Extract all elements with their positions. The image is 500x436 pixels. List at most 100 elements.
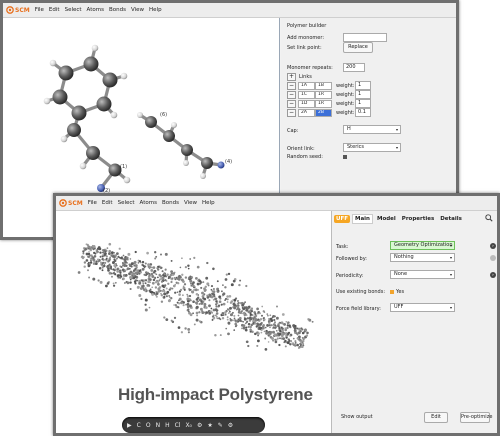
product-caption: High-impact Polystyrene: [118, 385, 313, 404]
menu-atoms[interactable]: Atoms: [87, 7, 104, 13]
menu-bonds[interactable]: Bonds: [109, 7, 126, 13]
tab-uff[interactable]: UFF: [334, 215, 350, 223]
task-value: Geometry Optimization: [394, 242, 453, 248]
remove-link-button[interactable]: −: [287, 100, 296, 108]
search-icon[interactable]: [485, 214, 493, 222]
carbon-atom-button[interactable]: C: [137, 422, 141, 429]
replace-button[interactable]: Replace: [343, 42, 373, 53]
menu-help[interactable]: Help: [149, 7, 162, 13]
add-monomer-label: Add monomer:: [287, 35, 325, 41]
chevron-down-icon: ▾: [449, 305, 452, 310]
menu-select[interactable]: Select: [118, 200, 135, 206]
tab-model[interactable]: Model: [375, 215, 398, 223]
remove-link-button[interactable]: −: [287, 82, 296, 90]
edit-button[interactable]: Edit: [424, 412, 448, 423]
force-field-value: UFF: [394, 304, 404, 310]
weight-input[interactable]: 1: [355, 81, 371, 90]
use-existing-bonds-value: Yes: [396, 289, 405, 295]
tab-details[interactable]: Details: [438, 215, 464, 223]
weight-label: weight:: [336, 110, 355, 116]
menu-atoms[interactable]: Atoms: [140, 200, 157, 206]
remove-link-button[interactable]: −: [287, 109, 296, 117]
chevron-down-icon: ▾: [449, 243, 452, 248]
periodicity-value: None: [394, 271, 408, 277]
menu-edit[interactable]: Edit: [49, 7, 60, 13]
random-seed-checkbox[interactable]: [343, 155, 347, 159]
atom-label-4: (4): [225, 159, 232, 165]
scm-logo: SCM: [6, 6, 30, 14]
scm-logo-icon: [6, 6, 14, 14]
chlorine-atom-button[interactable]: Cl: [175, 422, 181, 429]
orient-link-select[interactable]: Sterics ▾: [343, 143, 401, 152]
link-atom-a-select[interactable]: 1D: [298, 100, 315, 108]
menu-view[interactable]: View: [184, 200, 197, 206]
periodicity-select[interactable]: None ▾: [390, 270, 455, 279]
menu-view[interactable]: View: [131, 7, 144, 13]
menu-help[interactable]: Help: [202, 200, 215, 206]
link-atom-a-select[interactable]: 1A: [298, 82, 315, 90]
logo-text: SCM: [68, 199, 83, 207]
menu-edit[interactable]: Edit: [102, 200, 113, 206]
tab-bar: UFF Main Model Properties Details: [332, 213, 497, 225]
menu-file[interactable]: File: [35, 7, 44, 13]
settings-icon[interactable]: ⚙: [197, 422, 202, 429]
uff-optimization-window: SCM File Edit Select Atoms Bonds View He…: [53, 193, 500, 436]
periodicity-info-icon[interactable]: ›: [490, 272, 496, 278]
menu-select[interactable]: Select: [65, 7, 82, 13]
set-link-point-label: Set link point:: [287, 45, 322, 51]
uff-settings-panel: UFF Main Model Properties Details Task: …: [332, 211, 497, 433]
editor-toolbar: ▶ C O N H Cl X₀ ⚙ ★ ✎ ⚙: [122, 417, 265, 433]
atom-label-1: (1): [120, 164, 127, 170]
scm-logo-icon: [59, 199, 67, 207]
menu-bar: SCM File Edit Select Atoms Bonds View He…: [3, 3, 456, 18]
link-atom-a-select[interactable]: 1C: [298, 91, 315, 99]
weight-label: weight:: [336, 101, 355, 107]
monomer-repeats-input[interactable]: 200: [343, 63, 365, 72]
use-existing-bonds-checkbox[interactable]: [390, 290, 394, 294]
nitrogen-atom-button[interactable]: N: [156, 422, 161, 429]
links-label: Links: [299, 74, 312, 80]
orient-link-value: Sterics: [347, 144, 365, 150]
gear-icon[interactable]: ⚙: [228, 422, 233, 429]
polymer-atoms: [77, 242, 314, 351]
logo-text: SCM: [15, 6, 30, 14]
monomer-repeats-label: Monomer repeats:: [287, 65, 333, 71]
link-atom-a-select[interactable]: 2A: [298, 109, 315, 117]
menu-bonds[interactable]: Bonds: [162, 200, 179, 206]
show-output-label[interactable]: Show output: [341, 414, 373, 420]
task-select[interactable]: Geometry Optimization ▾: [390, 241, 455, 250]
force-field-select[interactable]: UFF ▾: [390, 303, 455, 312]
chevron-down-icon: ▾: [449, 272, 452, 277]
weight-input[interactable]: 1: [355, 90, 371, 99]
panel-title: Polymer builder: [287, 23, 327, 29]
edit-icon[interactable]: ✎: [218, 422, 223, 429]
cap-select[interactable]: H ▾: [343, 125, 401, 134]
orient-link-label: Orient link:: [287, 146, 315, 152]
favorite-icon[interactable]: ★: [207, 422, 212, 429]
chevron-down-icon: ▾: [395, 145, 398, 150]
weight-input[interactable]: 1: [355, 99, 371, 108]
link-atom-b-select[interactable]: 1R: [315, 91, 332, 99]
weight-input[interactable]: 0.1: [355, 108, 371, 117]
tab-properties[interactable]: Properties: [400, 215, 436, 223]
hydrogen-atom-button[interactable]: H: [165, 422, 170, 429]
pre-optimize-button[interactable]: Pre-optimize: [460, 412, 492, 423]
play-icon[interactable]: ▶: [127, 422, 132, 429]
add-link-button[interactable]: +: [287, 73, 296, 81]
periodicity-label: Periodicity:: [336, 273, 364, 279]
followed-by-select[interactable]: Nothing ▾: [390, 253, 455, 262]
task-info-icon[interactable]: ›: [490, 243, 496, 249]
tab-main[interactable]: Main: [351, 214, 373, 224]
oxygen-atom-button[interactable]: O: [146, 422, 151, 429]
menu-file[interactable]: File: [88, 200, 97, 206]
chevron-down-icon: ▾: [395, 127, 398, 132]
menu-bar: SCM File Edit Select Atoms Bonds View He…: [56, 196, 497, 211]
add-monomer-input[interactable]: [343, 33, 387, 42]
atom-label-6: (6): [160, 112, 167, 118]
link-atom-b-select[interactable]: 2B: [315, 109, 332, 117]
remove-link-button[interactable]: −: [287, 91, 296, 99]
followed-by-info-icon[interactable]: [490, 255, 496, 261]
other-atom-button[interactable]: X₀: [185, 422, 192, 429]
link-atom-b-select[interactable]: 1R: [315, 100, 332, 108]
link-atom-b-select[interactable]: 1B: [315, 82, 332, 90]
